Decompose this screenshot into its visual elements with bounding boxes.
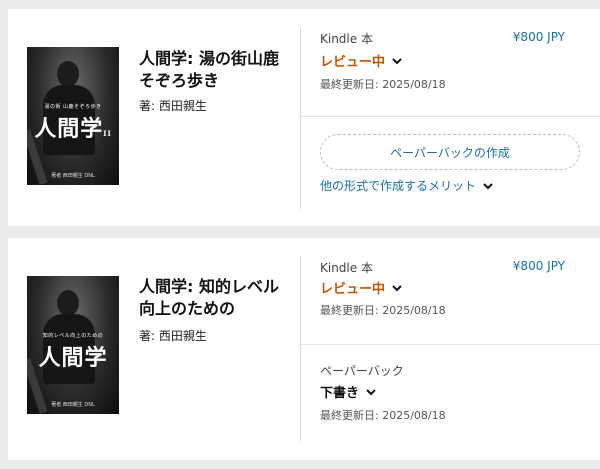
- paperback-format-label: ペーパーバック: [320, 364, 404, 378]
- chevron-down-icon: [392, 57, 402, 64]
- cover-figure-head: [57, 290, 79, 316]
- cover-subtitle: 知的レベル向上のための: [42, 333, 104, 339]
- kindle-last-updated: 最終更新日: 2025/08/18: [320, 304, 446, 317]
- book-cover-image[interactable]: 湯の街 山鹿そぞろ歩き 人間学II 著者 西田親生 DNL: [27, 47, 119, 185]
- paperback-status-label: 下書き: [320, 386, 360, 401]
- kindle-format-label: Kindle 本: [320, 261, 373, 275]
- kindle-format-label: Kindle 本: [320, 32, 373, 46]
- book-author: 著: 西田親生: [139, 329, 207, 343]
- column-divider: [300, 256, 301, 441]
- other-formats-link-label: 他の形式で作成するメリット: [320, 179, 477, 193]
- kindle-status-label: レビュー中: [320, 55, 386, 70]
- cover-subtitle: 湯の街 山鹿そぞろ歩き: [44, 104, 102, 110]
- book-author: 著: 西田親生: [139, 99, 207, 113]
- kindle-price: ¥800 JPY: [512, 259, 565, 273]
- column-divider: [300, 27, 301, 209]
- cover-author: 著者 西田親生 DNL: [51, 173, 95, 179]
- cover-title-text: 人間学: [34, 116, 104, 142]
- chevron-down-icon: [392, 284, 402, 291]
- kindle-status-label: レビュー中: [320, 282, 386, 297]
- chevron-down-icon: [483, 182, 493, 189]
- section-divider: [301, 344, 600, 345]
- cover-figure-head: [57, 61, 79, 87]
- cover-author: 著者 西田親生 DNL: [51, 402, 95, 408]
- create-paperback-button[interactable]: ペーパーバックの作成: [320, 134, 580, 170]
- chevron-down-icon: [366, 388, 376, 395]
- paperback-status-dropdown[interactable]: 下書き: [320, 382, 377, 401]
- cover-title: 人間学: [38, 345, 108, 371]
- kindle-price: ¥800 JPY: [512, 30, 565, 44]
- cover-title: 人間学II: [27, 111, 119, 143]
- kindle-status-dropdown[interactable]: レビュー中: [320, 278, 403, 297]
- cover-title-suffix: II: [103, 129, 112, 138]
- kindle-status-dropdown[interactable]: レビュー中: [320, 51, 403, 70]
- kindle-last-updated: 最終更新日: 2025/08/18: [320, 78, 446, 91]
- paperback-last-updated: 最終更新日: 2025/08/18: [320, 409, 446, 422]
- book-card: 湯の街 山鹿そぞろ歩き 人間学II 著者 西田親生 DNL 人間学: 湯の街山鹿…: [8, 9, 600, 226]
- book-card: 知的レベル向上のための 人間学 著者 西田親生 DNL 人間学: 知的レベル向上…: [8, 238, 600, 460]
- book-cover-image[interactable]: 知的レベル向上のための 人間学 著者 西田親生 DNL: [27, 276, 119, 414]
- other-formats-link[interactable]: 他の形式で作成するメリット: [320, 177, 494, 194]
- book-title[interactable]: 人間学: 知的レベル向上のための: [139, 276, 289, 320]
- section-divider: [301, 116, 600, 117]
- book-title[interactable]: 人間学: 湯の街山鹿そぞろ歩き: [139, 48, 289, 92]
